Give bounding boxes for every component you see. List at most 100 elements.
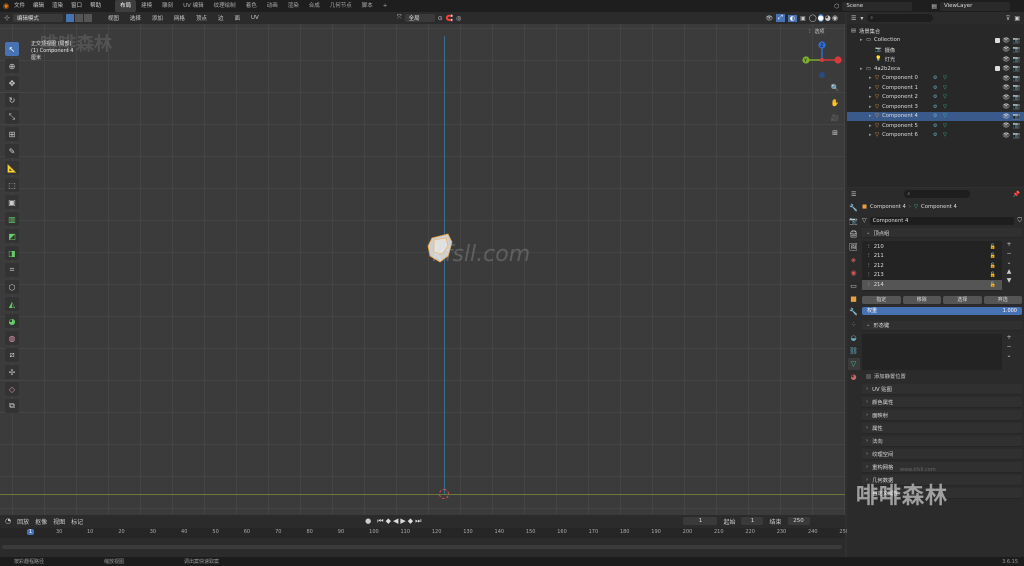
render-camera-icon[interactable]: 📷 bbox=[1013, 122, 1020, 129]
menu-render[interactable]: 渲染 bbox=[48, 0, 67, 12]
workspace-tab-layout[interactable]: 布局 bbox=[115, 0, 137, 12]
gizmo-toggle-icon[interactable]: ⤢ bbox=[776, 14, 785, 22]
collapsed-section-header[interactable]: › 颜色属性 bbox=[862, 396, 1022, 408]
scene-selector[interactable]: Scene bbox=[842, 1, 913, 11]
weight-slider[interactable]: 权重 1.000 bbox=[862, 306, 1022, 315]
shape-keys-list[interactable] bbox=[862, 333, 1002, 370]
menu-playback[interactable]: 回放 bbox=[17, 517, 29, 526]
select-box-tool-icon[interactable]: ↖ bbox=[5, 42, 19, 56]
remove-shape-key-icon[interactable]: − bbox=[1006, 343, 1011, 350]
modifier-icon[interactable]: ⚙ bbox=[933, 85, 937, 91]
menu-marker[interactable]: 标记 bbox=[71, 517, 83, 526]
move-tool-icon[interactable]: ✥ bbox=[5, 76, 19, 90]
mesh-data-icon[interactable]: ▽ bbox=[943, 123, 947, 129]
assign-button[interactable]: 指定 bbox=[862, 295, 901, 304]
mesh-data-icon[interactable]: ▽ bbox=[943, 113, 947, 119]
collapsed-section-header[interactable]: › 面映射 bbox=[862, 409, 1022, 421]
transform-tool-icon[interactable]: ⊞ bbox=[5, 127, 19, 141]
next-keyframe-icon[interactable]: ◆ bbox=[408, 517, 413, 526]
workspace-tab-compositing[interactable]: 合成 bbox=[304, 0, 325, 12]
visibility-eye-icon[interactable]: 👁 bbox=[1002, 122, 1010, 129]
jump-end-icon[interactable]: ⏭ bbox=[415, 517, 421, 526]
xray-icon[interactable]: ▣ bbox=[800, 15, 806, 22]
face-select-icon[interactable] bbox=[83, 14, 92, 22]
outliner-row[interactable]: ▸ ▽ Component 6 ⚙ ▽ 👁 📷 bbox=[847, 131, 1024, 141]
workspace-tab-shading[interactable]: 着色 bbox=[241, 0, 262, 12]
render-camera-icon[interactable]: 📷 bbox=[1013, 84, 1020, 91]
outliner-row[interactable]: ▸ ▽ Component 3 ⚙ ▽ 👁 📷 bbox=[847, 102, 1024, 112]
material-shading-icon[interactable]: ◕ bbox=[825, 14, 831, 22]
workspace-tab-geometry-nodes[interactable]: 几何节点 bbox=[325, 0, 357, 12]
mesh-data-browse-icon[interactable]: ▽ bbox=[862, 217, 867, 224]
visibility-eye-icon[interactable]: 👁 bbox=[1002, 56, 1010, 63]
workspace-tab-scripting[interactable]: 脚本 bbox=[357, 0, 378, 12]
mesh-data-icon[interactable]: ▽ bbox=[943, 75, 947, 81]
outliner-row[interactable]: 💡 灯光 👁 📷 bbox=[847, 55, 1024, 65]
menu-help[interactable]: 帮助 bbox=[86, 0, 105, 12]
properties-editor-type-icon[interactable]: ☰ bbox=[851, 191, 856, 198]
outliner-row[interactable]: ▸ ▽ Component 0 ⚙ ▽ 👁 📷 bbox=[847, 74, 1024, 84]
visibility-eye-icon[interactable]: 👁 bbox=[1002, 94, 1010, 101]
annotate-tool-icon[interactable]: ✎ bbox=[5, 144, 19, 158]
record-icon[interactable]: ● bbox=[365, 517, 371, 525]
play-icon[interactable]: ▶ bbox=[400, 517, 405, 526]
blender-logo-icon[interactable]: ◉ bbox=[0, 2, 10, 10]
3d-viewport[interactable]: 啡啡森林 kfsll.com bbox=[0, 24, 845, 515]
shape-keys-section-header[interactable]: ⌄ 形态键 bbox=[862, 320, 1022, 331]
options-label[interactable]: 选项 bbox=[815, 28, 825, 36]
visibility-eye-icon[interactable]: 👁 bbox=[1002, 113, 1010, 120]
move-up-icon[interactable]: ▲ bbox=[1007, 268, 1012, 275]
menu-view[interactable]: 视图 bbox=[104, 14, 123, 22]
shrink-fatten-tool-icon[interactable]: ◍ bbox=[5, 331, 19, 345]
lock-icon[interactable]: 🔓 bbox=[990, 244, 996, 250]
visibility-eye-icon[interactable]: 👁 bbox=[1002, 84, 1010, 91]
workspace-tab-rendering[interactable]: 渲染 bbox=[283, 0, 304, 12]
collection-tab-icon[interactable]: ▭ bbox=[848, 280, 860, 292]
add-cube-tool-icon[interactable]: ⬚ bbox=[5, 178, 19, 192]
vertex-group-list[interactable]: ⁝ 210 🔓 ⁝ 211 🔓 ⁝ 212 🔓 ⁝ 213 🔓 ⁝ 214 🔓 bbox=[862, 241, 1002, 291]
view-layer-tab-icon[interactable]: 🖼 bbox=[848, 241, 860, 253]
solid-shading-icon[interactable]: ● bbox=[817, 14, 824, 22]
menu-edge[interactable]: 边 bbox=[214, 14, 228, 22]
mesh-data-icon[interactable]: ▽ bbox=[943, 94, 947, 100]
remove-vertex-group-icon[interactable]: − bbox=[1006, 250, 1011, 257]
object-tab-icon[interactable]: ■ bbox=[848, 293, 860, 305]
bevel-tool-icon[interactable]: ◩ bbox=[5, 229, 19, 243]
collapsed-section-header[interactable]: › 法向 bbox=[862, 435, 1022, 447]
mesh-name-field[interactable]: Component 4 bbox=[869, 216, 1015, 225]
outliner-row[interactable]: ▸ ▽ Component 5 ⚙ ▽ 👁 📷 bbox=[847, 121, 1024, 131]
menu-vertex[interactable]: 顶点 bbox=[192, 14, 211, 22]
rendered-shading-icon[interactable]: ◉ bbox=[832, 14, 838, 22]
tool-tab-icon[interactable]: 🔧 bbox=[848, 202, 860, 214]
render-camera-icon[interactable]: 📷 bbox=[1013, 113, 1020, 120]
visibility-eye-icon[interactable]: 👁 bbox=[1002, 132, 1010, 139]
visibility-eye-icon[interactable]: 👁 bbox=[1002, 75, 1010, 82]
outliner-row[interactable]: ▸ ▭ Collection 👁 📷 bbox=[847, 36, 1024, 46]
modifier-icon[interactable]: ⚙ bbox=[933, 94, 937, 100]
physics-tab-icon[interactable]: ◒ bbox=[848, 332, 860, 344]
spin-tool-icon[interactable]: ◭ bbox=[5, 297, 19, 311]
vertex-group-row[interactable]: ⁝ 214 🔓 bbox=[862, 280, 1002, 290]
render-camera-icon[interactable]: 📷 bbox=[1013, 46, 1020, 53]
options-icon[interactable]: ⫶ bbox=[809, 28, 811, 36]
outliner-row[interactable]: ▸ ▽ Component 2 ⚙ ▽ 👁 📷 bbox=[847, 93, 1024, 103]
visibility-eye-icon[interactable]: 👁 bbox=[1002, 65, 1010, 72]
mesh-data-icon[interactable]: ▽ bbox=[943, 104, 947, 110]
menu-select[interactable]: 选择 bbox=[126, 14, 145, 22]
rip-tool-icon[interactable]: ◇ bbox=[5, 382, 19, 396]
select-button[interactable]: 选择 bbox=[943, 295, 982, 304]
display-mode-icon[interactable]: ▾ bbox=[860, 15, 863, 22]
lock-icon[interactable]: 🔓 bbox=[990, 282, 996, 288]
pin-icon[interactable]: 📌 bbox=[1013, 191, 1020, 198]
workspace-tab-texture-paint[interactable]: 纹理绘制 bbox=[209, 0, 241, 12]
mesh-data-icon[interactable]: ▽ bbox=[943, 132, 947, 138]
camera-view-icon[interactable]: 🎥 bbox=[829, 112, 841, 124]
vertex-group-row[interactable]: ⁝ 212 🔓 bbox=[862, 261, 1002, 271]
render-camera-icon[interactable]: 📷 bbox=[1013, 65, 1020, 72]
menu-timeline-view[interactable]: 视图 bbox=[53, 517, 65, 526]
proportional-edit-icon[interactable]: ◎ bbox=[456, 15, 461, 22]
rotate-tool-icon[interactable]: ↻ bbox=[5, 93, 19, 107]
deselect-button[interactable]: 弃选 bbox=[983, 295, 1022, 304]
navigation-gizmo[interactable]: Z Y bbox=[802, 38, 842, 83]
menu-uv[interactable]: UV bbox=[247, 15, 263, 21]
